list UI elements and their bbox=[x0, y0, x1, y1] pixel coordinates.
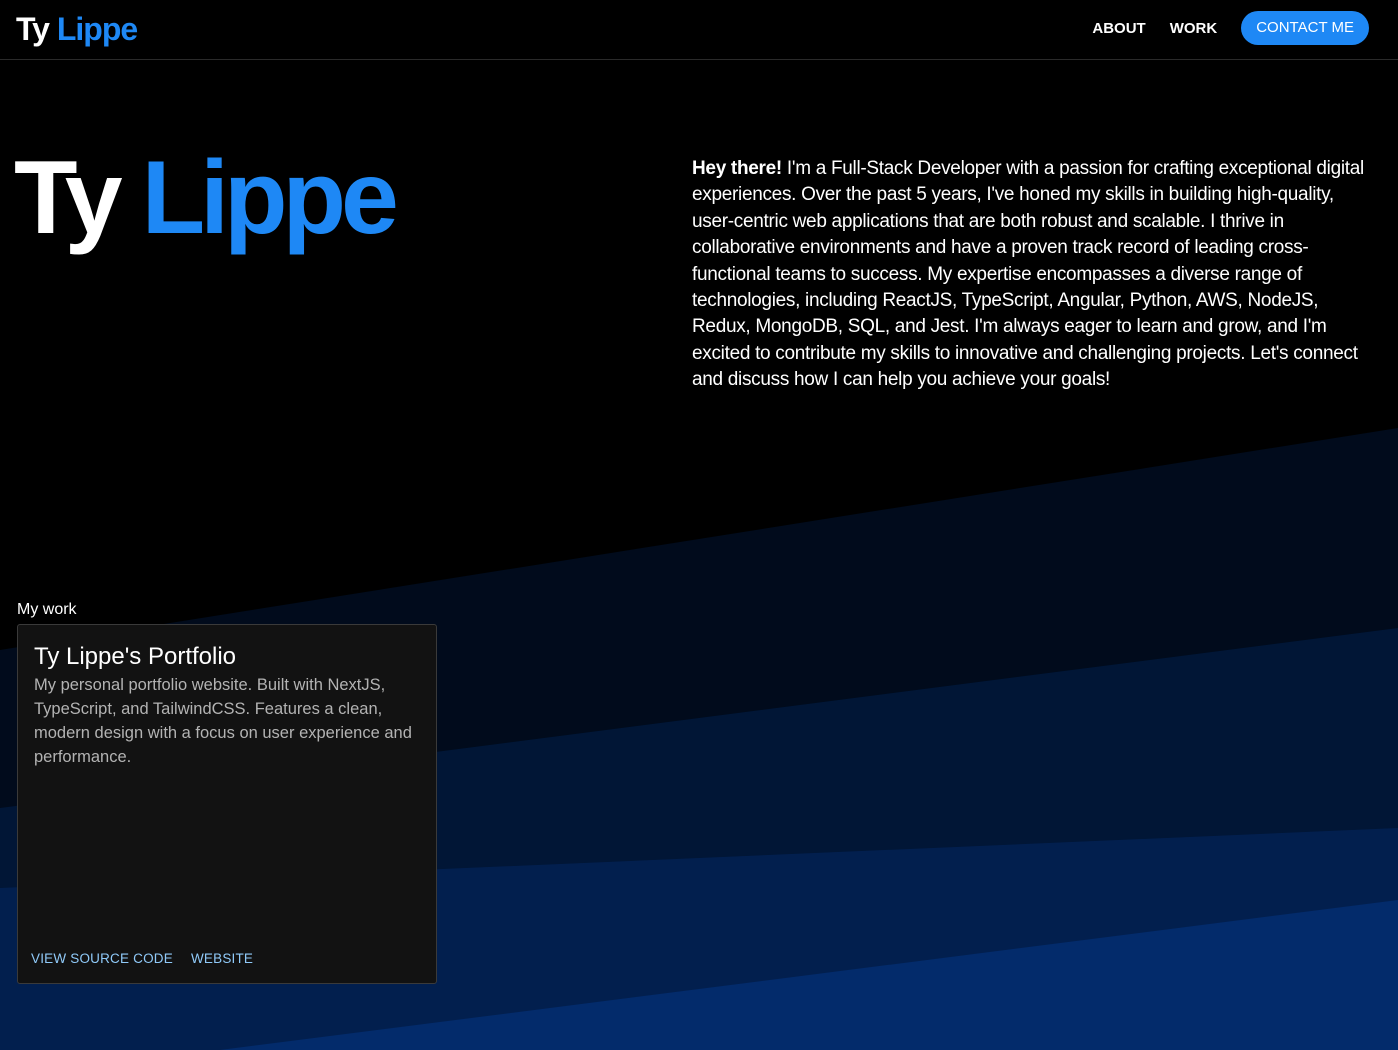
logo-first-name: Ty bbox=[16, 11, 50, 47]
about-greeting: Hey there! bbox=[692, 158, 782, 179]
nav-about-link[interactable]: ABOUT bbox=[1092, 20, 1145, 37]
project-actions: VIEW SOURCE CODE WEBSITE bbox=[31, 951, 271, 966]
work-heading: My work bbox=[17, 601, 77, 618]
logo-last-name: Lippe bbox=[56, 11, 138, 47]
view-source-code-link[interactable]: VIEW SOURCE CODE bbox=[31, 951, 173, 966]
logo[interactable]: Ty Lippe bbox=[16, 10, 138, 48]
hero-first-name: Ty bbox=[14, 140, 123, 256]
about-body: I'm a Full-Stack Developer with a passio… bbox=[692, 158, 1364, 391]
website-link[interactable]: WEBSITE bbox=[191, 951, 253, 966]
page: Ty Lippe ABOUT WORK CONTACT ME Ty Lippe … bbox=[0, 0, 1398, 1050]
main-nav: ABOUT WORK CONTACT ME bbox=[1092, 11, 1369, 45]
site-header: Ty Lippe ABOUT WORK CONTACT ME bbox=[0, 0, 1398, 60]
about-text: Hey there! I'm a Full-Stack Developer wi… bbox=[692, 156, 1372, 394]
project-title: Ty Lippe's Portfolio bbox=[34, 643, 237, 670]
hero-name: Ty Lippe bbox=[14, 138, 399, 258]
hero-last-name: Lippe bbox=[141, 140, 399, 256]
contact-me-button[interactable]: CONTACT ME bbox=[1241, 11, 1369, 45]
project-description: My personal portfolio website. Built wit… bbox=[34, 676, 412, 766]
nav-work-link[interactable]: WORK bbox=[1170, 20, 1218, 37]
project-card: Ty Lippe's Portfolio My personal portfol… bbox=[17, 624, 437, 984]
